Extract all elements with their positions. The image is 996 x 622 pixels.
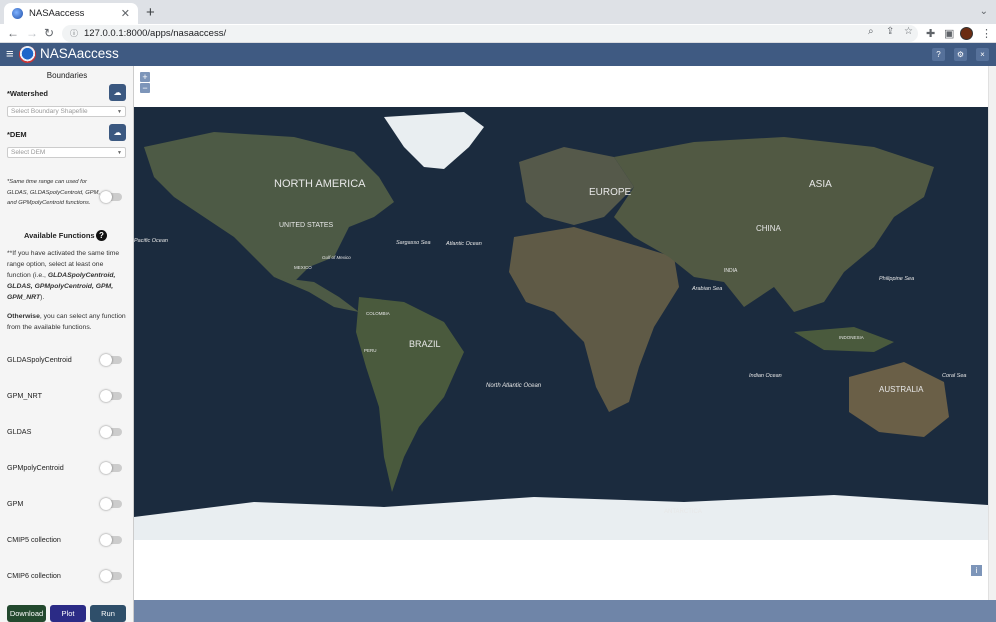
zoom-in-button[interactable]: +: [140, 72, 150, 82]
help-circle-icon[interactable]: ?: [96, 230, 107, 241]
map-label-asia: ASIA: [809, 179, 832, 190]
map-label-coral-sea: Coral Sea: [942, 373, 966, 379]
map-label-antarctica: ANTARCTICA: [664, 509, 702, 515]
new-tab-icon[interactable]: +: [146, 4, 155, 21]
map-label-philippine-sea: Philippine Sea: [879, 276, 914, 282]
map-panel: + − NORTH AMERICA UNITED STATES EUROPE A…: [134, 66, 996, 622]
functions-instructions: **If you have activated the same time ra…: [7, 248, 129, 303]
menu-hamburger-icon[interactable]: ≡: [6, 46, 14, 61]
zoom-out-button[interactable]: −: [140, 83, 150, 93]
url-field[interactable]: ⓘ 127.0.0.1:8000/apps/nasaaccess/ ⌕ ⇪ ☆: [62, 25, 918, 42]
dem-label: *DEM: [7, 130, 27, 139]
function-label-gpmpolycentroid: GPMpolyCentroid: [7, 463, 64, 472]
instructions-suffix: ).: [40, 294, 45, 301]
map-label-arabian-sea: Arabian Sea: [691, 286, 722, 292]
map-label-china: CHINA: [756, 224, 782, 233]
address-bar: ← → ↻ ⓘ 127.0.0.1:8000/apps/nasaaccess/ …: [0, 24, 996, 43]
map-label-atlantic-ocean: Atlantic Ocean: [445, 241, 482, 247]
extensions-icon[interactable]: ✚: [926, 27, 935, 40]
dem-select-value: Select DEM: [11, 149, 46, 156]
map-label-north-america: NORTH AMERICA: [274, 178, 366, 190]
tab-search-icon[interactable]: ⌄: [980, 6, 988, 17]
map-label-brazil: BRAZIL: [409, 339, 441, 349]
map-label-gulf-of-mexico: Gulf of Mexico: [322, 255, 351, 260]
map-label-india: INDIA: [724, 268, 738, 274]
sidebar: Boundaries *Watershed ☁ Select Boundary …: [0, 66, 134, 622]
watershed-label: *Watershed: [7, 89, 48, 98]
map-label-sargasso-sea: Sargasso Sea: [396, 240, 431, 246]
toggle-cmip5[interactable]: [100, 534, 122, 546]
available-functions-title: Available Functions: [24, 231, 95, 240]
map-label-mexico: MEXICO: [294, 265, 312, 270]
dem-select[interactable]: Select DEM ▼: [7, 147, 126, 158]
function-label-gldaspolycentroid: GLDASpolyCentroid: [7, 355, 72, 364]
function-label-gpm: GPM: [7, 499, 24, 508]
map-label-europe: EUROPE: [589, 187, 632, 198]
function-label-gpm-nrt: GPM_NRT: [7, 391, 43, 400]
upload-watershed-button[interactable]: ☁: [109, 84, 126, 101]
profile-avatar[interactable]: [960, 27, 973, 40]
watershed-select-value: Select Boundary Shapefile: [11, 108, 88, 115]
map-label-indian-ocean: Indian Ocean: [749, 373, 782, 379]
close-app-button[interactable]: ×: [976, 48, 989, 61]
function-label-cmip6: CMIP6 collection: [7, 571, 61, 580]
download-button[interactable]: Download: [7, 605, 46, 622]
toggle-gldaspolycentroid[interactable]: [100, 354, 122, 366]
bookmark-star-icon[interactable]: ☆: [904, 26, 913, 37]
back-icon[interactable]: ←: [7, 26, 19, 40]
browser-tab[interactable]: NASAaccess ✕: [4, 3, 138, 24]
otherwise-bold: Otherwise: [7, 313, 40, 320]
browser-tab-strip: NASAaccess ✕ + ⌄: [0, 0, 996, 24]
chevron-down-icon: ▼: [117, 109, 122, 115]
map-scrollbar[interactable]: [988, 66, 996, 600]
function-label-gldas: GLDAS: [7, 427, 32, 436]
function-label-cmip5: CMIP5 collection: [7, 535, 61, 544]
browser-tab-title: NASAaccess: [29, 8, 85, 19]
map-label-indonesia: INDONESIA: [839, 335, 864, 340]
toggle-gldas[interactable]: [100, 426, 122, 438]
browser-menu-icon[interactable]: ⋮: [981, 27, 992, 40]
toggle-cmip6[interactable]: [100, 570, 122, 582]
globe-favicon-icon: [12, 8, 23, 19]
map-label-united-states: UNITED STATES: [279, 222, 334, 229]
side-panel-icon[interactable]: ▣: [944, 27, 954, 40]
forward-icon[interactable]: →: [26, 26, 38, 40]
settings-gear-icon[interactable]: ⚙: [954, 48, 967, 61]
plot-button[interactable]: Plot: [50, 605, 86, 622]
toggle-gpm[interactable]: [100, 498, 122, 510]
toggle-gpm-nrt[interactable]: [100, 390, 122, 402]
map-label-australia: AUSTRALIA: [879, 385, 924, 394]
toggle-gpmpolycentroid[interactable]: [100, 462, 122, 474]
tab-close-icon[interactable]: ✕: [121, 7, 130, 20]
nasa-logo: [19, 46, 36, 63]
boundaries-title: Boundaries: [46, 71, 88, 80]
app-header: ≡ NASAaccess ? ⚙ ×: [0, 43, 996, 66]
reload-icon[interactable]: ↻: [44, 26, 54, 40]
otherwise-note: Otherwise, you can select any function f…: [7, 311, 129, 333]
run-button[interactable]: Run: [90, 605, 126, 622]
chevron-down-icon: ▼: [117, 150, 122, 156]
site-info-icon[interactable]: ⓘ: [70, 28, 78, 39]
map-label-north-atlantic-ocean: North Atlantic Ocean: [486, 383, 542, 389]
map-label-colombia: COLOMBIA: [366, 311, 390, 316]
world-map[interactable]: NORTH AMERICA UNITED STATES EUROPE ASIA …: [134, 107, 988, 540]
map-info-button[interactable]: i: [971, 565, 982, 576]
app-title: NASAaccess: [40, 46, 119, 61]
help-button[interactable]: ?: [932, 48, 945, 61]
same-time-range-toggle[interactable]: [100, 191, 122, 203]
share-icon[interactable]: ⇪: [886, 26, 894, 37]
map-footer-bar: [134, 600, 996, 622]
watershed-select[interactable]: Select Boundary Shapefile ▼: [7, 106, 126, 117]
map-label-pacific-ocean: Pacific Ocean: [134, 238, 168, 244]
same-time-range-note: *Same time range can used for GLDAS, GLD…: [7, 179, 101, 206]
world-map-svg: NORTH AMERICA UNITED STATES EUROPE ASIA …: [134, 107, 988, 540]
cloud-upload-icon: ☁: [113, 88, 122, 97]
upload-dem-button[interactable]: ☁: [109, 124, 126, 141]
url-text: 127.0.0.1:8000/apps/nasaaccess/: [84, 28, 227, 39]
cloud-upload-icon: ☁: [113, 128, 122, 137]
map-label-peru: PERU: [364, 348, 377, 353]
zoom-lens-icon[interactable]: ⌕: [868, 26, 874, 37]
